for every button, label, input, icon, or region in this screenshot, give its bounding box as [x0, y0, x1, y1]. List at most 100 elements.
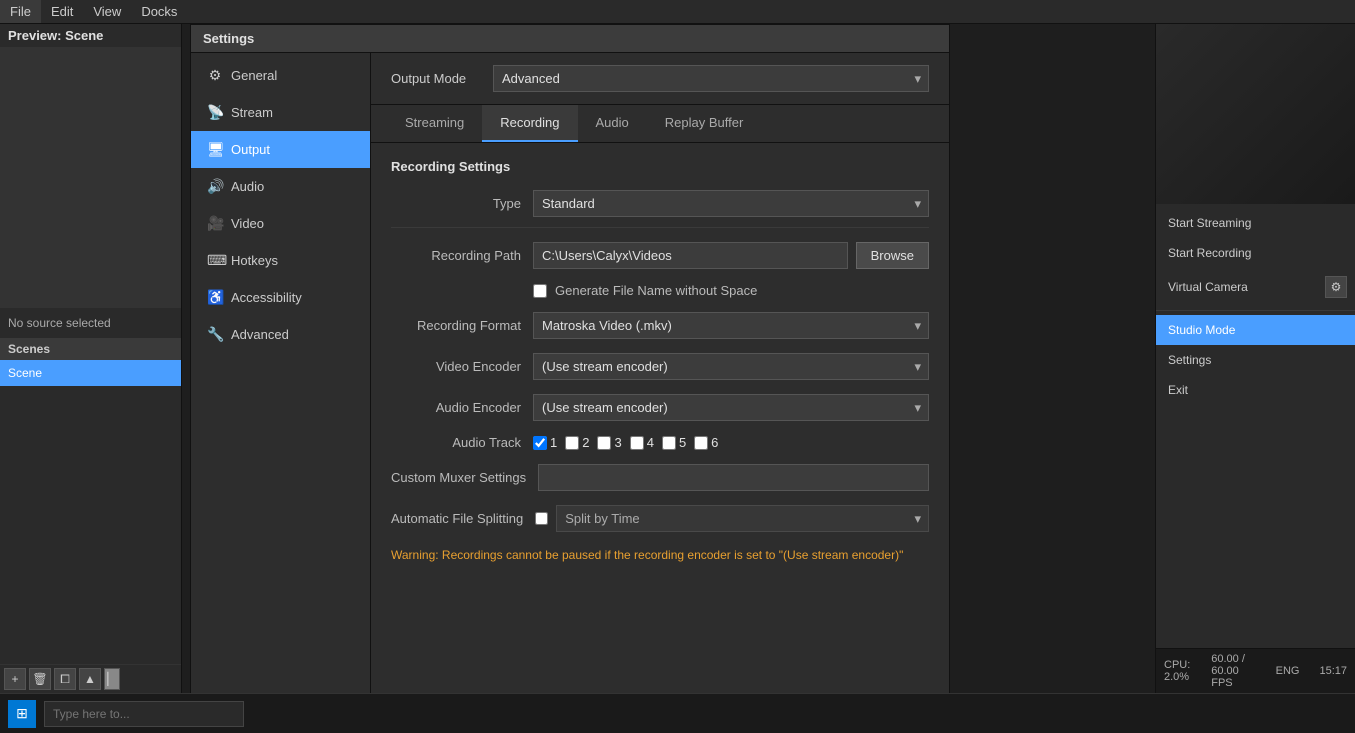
- scenes-header: Scenes: [0, 338, 181, 360]
- sidebar-item-accessibility[interactable]: ♿ Accessibility: [191, 279, 370, 316]
- scene-handle-button[interactable]: ▏: [104, 668, 120, 690]
- exit-button[interactable]: Exit: [1156, 375, 1355, 405]
- recording-format-select[interactable]: Matroska Video (.mkv) MPEG-4 (.mp4) MOV …: [533, 312, 929, 339]
- output-mode-select[interactable]: Advanced Simple: [493, 65, 929, 92]
- recording-path-row: Recording Path Browse: [391, 242, 929, 269]
- sidebar-label-output: Output: [231, 142, 270, 157]
- recording-format-row: Recording Format Matroska Video (.mkv) M…: [391, 312, 929, 339]
- track-item-1: 1: [533, 435, 557, 450]
- tab-recording[interactable]: Recording: [482, 105, 577, 142]
- track-2-checkbox[interactable]: [565, 436, 579, 450]
- auto-split-label: Automatic File Splitting: [391, 511, 523, 526]
- audio-icon: 🔊: [207, 178, 223, 195]
- studio-mode-button[interactable]: Studio Mode: [1156, 315, 1355, 345]
- recording-path-input[interactable]: [533, 242, 848, 269]
- output-mode-bar: Output Mode Advanced Simple: [371, 53, 949, 105]
- track-5-checkbox[interactable]: [662, 436, 676, 450]
- generate-filename-row: Generate File Name without Space: [533, 283, 929, 298]
- preview-area: [0, 47, 181, 307]
- track-1-checkbox[interactable]: [533, 436, 547, 450]
- output-icon: 🖥: [207, 141, 223, 158]
- custom-muxer-row: Custom Muxer Settings: [391, 464, 929, 491]
- track-3-label: 3: [614, 435, 621, 450]
- sidebar-item-advanced[interactable]: 🔧 Advanced: [191, 316, 370, 353]
- video-encoder-select[interactable]: (Use stream encoder): [533, 353, 929, 380]
- virtual-camera-gear-button[interactable]: ⚙: [1325, 276, 1347, 298]
- sidebar-item-hotkeys[interactable]: ⌨ Hotkeys: [191, 242, 370, 279]
- remove-scene-button[interactable]: 🗑: [29, 668, 51, 690]
- start-button[interactable]: ⊞: [8, 700, 36, 728]
- gear-icon: ⚙: [207, 67, 223, 84]
- time-status: 15:17: [1319, 665, 1347, 677]
- taskbar: ⊞: [0, 693, 1355, 733]
- audio-tracks: 1 2 3 4: [533, 435, 718, 450]
- track-item-3: 3: [597, 435, 621, 450]
- menu-docks[interactable]: Docks: [131, 0, 187, 23]
- no-source-label: No source selected: [0, 307, 181, 338]
- auto-split-select[interactable]: Split by Time Split by Size: [556, 505, 929, 532]
- sidebar-item-audio[interactable]: 🔊 Audio: [191, 168, 370, 205]
- sidebar-label-stream: Stream: [231, 105, 273, 120]
- menu-edit[interactable]: Edit: [41, 0, 83, 23]
- type-row: Type Standard Custom Output (FFmpeg): [391, 190, 929, 228]
- track-6-checkbox[interactable]: [694, 436, 708, 450]
- scene-up-button[interactable]: ▲: [79, 668, 101, 690]
- browse-button[interactable]: Browse: [856, 242, 929, 269]
- sidebar-label-general: General: [231, 68, 277, 83]
- generate-filename-checkbox[interactable]: [533, 284, 547, 298]
- video-encoder-label: Video Encoder: [391, 359, 521, 374]
- taskbar-search-input[interactable]: [44, 701, 244, 727]
- recording-path-label: Recording Path: [391, 248, 521, 263]
- tab-streaming[interactable]: Streaming: [387, 105, 482, 142]
- virtual-camera-button[interactable]: Virtual Camera: [1164, 272, 1325, 302]
- tab-audio[interactable]: Audio: [578, 105, 647, 142]
- scenes-toolbar: + 🗑 ⧠ ▲ ▏: [0, 664, 181, 693]
- sidebar-item-general[interactable]: ⚙ General: [191, 57, 370, 94]
- scenes-section: Scenes Scene + 🗑 ⧠ ▲ ▏: [0, 338, 181, 693]
- right-panel-preview: [1156, 24, 1355, 204]
- track-4-checkbox[interactable]: [630, 436, 644, 450]
- right-preview-inner: [1156, 24, 1355, 204]
- cpu-status: CPU: 2.0%: [1164, 659, 1191, 683]
- menu-view[interactable]: View: [83, 0, 131, 23]
- video-encoder-row: Video Encoder (Use stream encoder): [391, 353, 929, 380]
- settings-sidebar: ⚙ General 📡 Stream 🖥 Output 🔊 Audio 🎥: [191, 53, 371, 693]
- track-3-checkbox[interactable]: [597, 436, 611, 450]
- sidebar-item-stream[interactable]: 📡 Stream: [191, 94, 370, 131]
- start-streaming-button[interactable]: Start Streaming: [1156, 208, 1355, 238]
- generate-filename-label: Generate File Name without Space: [555, 283, 757, 298]
- add-scene-button[interactable]: +: [4, 668, 26, 690]
- recording-format-wrapper: Matroska Video (.mkv) MPEG-4 (.mp4) MOV …: [533, 312, 929, 339]
- right-controls: Start Streaming Start Recording Virtual …: [1156, 204, 1355, 648]
- sidebar-label-hotkeys: Hotkeys: [231, 253, 278, 268]
- tabs-bar: Streaming Recording Audio Replay Buffer: [371, 105, 949, 143]
- scene-item[interactable]: Scene: [0, 360, 181, 386]
- settings-button[interactable]: Settings: [1156, 345, 1355, 375]
- track-6-label: 6: [711, 435, 718, 450]
- accessibility-icon: ♿: [207, 289, 223, 306]
- sidebar-label-advanced: Advanced: [231, 327, 289, 342]
- recording-section-title: Recording Settings: [391, 159, 929, 174]
- track-item-5: 5: [662, 435, 686, 450]
- audio-track-row: Audio Track 1 2: [391, 435, 929, 450]
- type-select[interactable]: Standard Custom Output (FFmpeg): [533, 190, 929, 217]
- track-item-6: 6: [694, 435, 718, 450]
- tab-replay-buffer[interactable]: Replay Buffer: [647, 105, 762, 142]
- custom-muxer-input[interactable]: [538, 464, 929, 491]
- virtual-camera-row: Virtual Camera ⚙: [1156, 268, 1355, 306]
- start-recording-button[interactable]: Start Recording: [1156, 238, 1355, 268]
- sidebar-item-output[interactable]: 🖥 Output: [191, 131, 370, 168]
- audio-encoder-row: Audio Encoder (Use stream encoder): [391, 394, 929, 421]
- track-item-2: 2: [565, 435, 589, 450]
- scene-filter-button[interactable]: ⧠: [54, 668, 76, 690]
- settings-title: Settings: [203, 31, 254, 46]
- warning-text: Warning: Recordings cannot be paused if …: [391, 546, 929, 564]
- hotkeys-icon: ⌨: [207, 252, 223, 269]
- sidebar-label-accessibility: Accessibility: [231, 290, 302, 305]
- output-mode-label: Output Mode: [391, 71, 481, 86]
- sidebar-item-video[interactable]: 🎥 Video: [191, 205, 370, 242]
- auto-split-checkbox[interactable]: [535, 512, 548, 525]
- right-panel: Start Streaming Start Recording Virtual …: [1155, 24, 1355, 693]
- audio-encoder-select[interactable]: (Use stream encoder): [533, 394, 929, 421]
- menu-file[interactable]: File: [0, 0, 41, 23]
